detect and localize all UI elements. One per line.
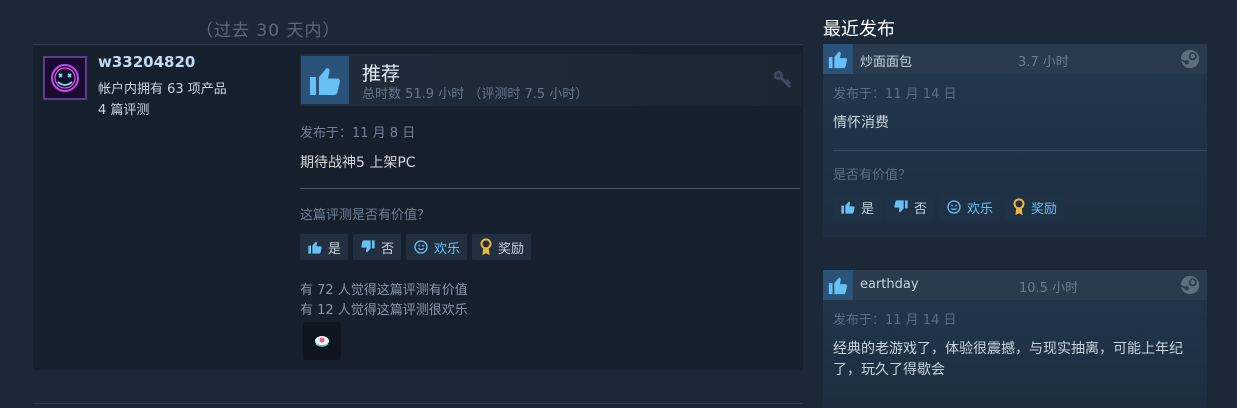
steam-icon — [1179, 274, 1201, 300]
vote-funny-label: 欢乐 — [434, 241, 461, 257]
award-button[interactable]: 奖励 — [1005, 194, 1065, 220]
recent-review-username: earthday — [860, 277, 919, 292]
recommendation-bar[interactable]: 推荐 总时数 51.9 小时 （评测时 7.5 小时） — [300, 54, 801, 106]
recent-reviews-title: 最近发布 — [823, 19, 895, 40]
recent-review-date: 发布于：11 月 14 日 — [833, 87, 957, 102]
vote-funny-label: 欢乐 — [967, 201, 994, 217]
thumbs-down-icon — [894, 200, 908, 213]
review-count[interactable]: 4 篇评测 — [98, 99, 149, 118]
recent-review-header[interactable]: earthday 10.5 小时 — [823, 270, 1207, 300]
thumbs-up-icon — [823, 270, 853, 300]
posted-date: 发布于：11 月 8 日 — [300, 126, 416, 141]
vote-buttons: 是 否 欢乐 奖励 — [300, 234, 532, 260]
vote-no-button[interactable]: 否 — [353, 234, 402, 260]
recommendation-label: 推荐 — [362, 63, 401, 85]
recent-review-card: earthday 10.5 小时 发布于：11 月 14 日 经典的老游戏了，体… — [823, 270, 1207, 408]
recent-review-hours: 3.7 小时 — [1018, 55, 1069, 70]
award-label: 奖励 — [1031, 201, 1058, 217]
avatar[interactable] — [43, 56, 87, 100]
helpful-question: 这篇评测是否有价值？ — [300, 208, 431, 223]
award-button[interactable]: 奖励 — [472, 234, 532, 260]
thumbs-up-icon — [308, 241, 322, 254]
smile-icon — [947, 200, 961, 214]
recent-review-card: 炒面面包 3.7 小时 发布于：11 月 14 日 情怀消费 是否有价值？ 是 … — [823, 44, 1207, 237]
vote-yes-label: 是 — [328, 241, 342, 257]
recent-review-hours: 10.5 小时 — [1019, 281, 1079, 296]
recent-review-username: 炒面面包 — [860, 55, 913, 70]
vote-buttons: 是 否 欢乐 奖励 — [833, 194, 1065, 220]
review-text: 期待战神5 上架PC — [300, 155, 416, 171]
award-icon[interactable] — [303, 322, 341, 360]
divider — [833, 150, 1207, 151]
recent-review-text: 情怀消费 — [833, 115, 889, 131]
avatar-image — [45, 58, 85, 98]
vote-yes-button[interactable]: 是 — [300, 234, 349, 260]
vote-funny-button[interactable]: 欢乐 — [939, 194, 1001, 220]
key-icon — [771, 68, 793, 94]
divider — [33, 44, 803, 45]
vote-no-label: 否 — [914, 201, 928, 217]
products-owned[interactable]: 帐户内拥有 63 项产品 — [98, 78, 227, 97]
award-icon — [1013, 198, 1025, 216]
vote-no-button[interactable]: 否 — [886, 194, 935, 220]
thumbs-up-icon — [841, 201, 855, 214]
recent-review-header[interactable]: 炒面面包 3.7 小时 — [823, 44, 1207, 74]
playtime: 总时数 51.9 小时 （评测时 7.5 小时） — [362, 87, 589, 102]
vote-funny-button[interactable]: 欢乐 — [406, 234, 468, 260]
helpful-count: 有 72 人觉得这篇评测有价值 — [300, 283, 468, 298]
divider — [33, 403, 803, 404]
smile-icon — [414, 240, 428, 254]
recent-review-text: 经典的老游戏了，体验很震撼，与现实抽离，可能上年纪了，玩久了得歇会 — [833, 341, 1183, 378]
divider — [300, 188, 800, 189]
vote-yes-label: 是 — [861, 201, 875, 217]
thumbs-down-icon — [361, 240, 375, 253]
funny-count: 有 12 人觉得这篇评测很欢乐 — [300, 303, 468, 318]
thumbs-up-icon — [301, 56, 349, 104]
thumbs-up-icon — [823, 44, 853, 74]
time-period-label: （过去 30 天内） — [196, 21, 341, 41]
helpful-question: 是否有价值？ — [833, 168, 912, 183]
vote-no-label: 否 — [381, 241, 395, 257]
vote-yes-button[interactable]: 是 — [833, 194, 882, 220]
steam-icon — [1179, 48, 1201, 74]
award-label: 奖励 — [498, 241, 525, 257]
award-icon — [480, 238, 492, 256]
reviewer-username[interactable]: w33204820 — [98, 53, 195, 71]
recent-review-date: 发布于：11 月 14 日 — [833, 313, 957, 328]
